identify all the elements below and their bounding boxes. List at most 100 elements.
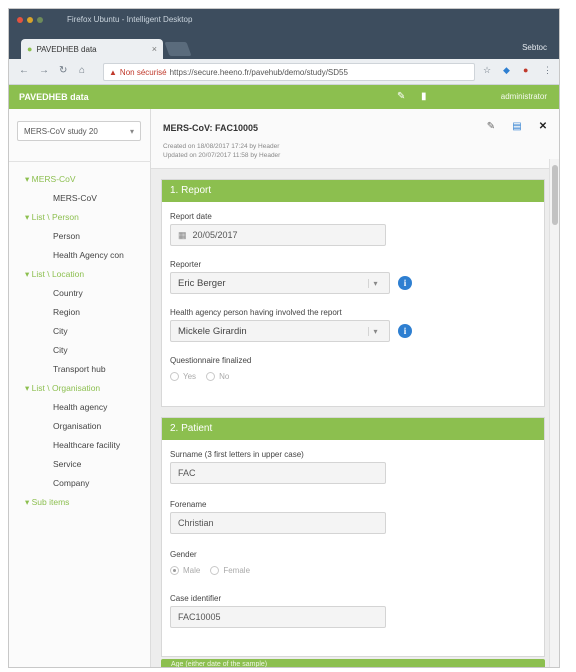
tools-icon[interactable]: ✎ [397,91,405,102]
record-title: MERS-CoV: FAC10005 [163,123,259,133]
record-created: Created on 18/08/2017 17:24 by Header [163,143,280,150]
browser-tab[interactable]: ● PAVEDHEB data × [21,39,163,59]
tab-title: PAVEDHEB data [36,44,97,54]
sidebar-item-label: Healthcare facility [53,440,121,450]
patient-heading[interactable]: 2. Patient [162,418,544,440]
health-agency-select[interactable]: Mickele Girardin ▾ [170,320,390,342]
window-controls [17,17,43,23]
back-arrow-icon[interactable]: ← [19,65,29,76]
study-select[interactable]: MERS-CoV study 20 ▾ [17,121,141,141]
report-date-field[interactable]: ▦ 20/05/2017 [170,224,386,246]
url-input[interactable]: ▲ Non sécurisé https://secure.heeno.fr/p… [103,63,475,81]
tab-strip: ● PAVEDHEB data × Sebtoc [9,33,559,59]
maximize-window-icon[interactable] [37,17,43,23]
surname-value: FAC [178,468,196,478]
study-select-value: MERS-CoV study 20 [24,126,98,136]
sidebar-item-label: Company [53,478,90,488]
home-icon[interactable]: ⌂ [79,65,85,76]
patient-panel: 2. Patient Surname (3 first letters in u… [161,417,545,657]
tab-close-icon[interactable]: × [152,44,157,54]
sidebar-group[interactable]: ▾ List \ Person [9,212,151,228]
sidebar-item[interactable]: Health Agency con [9,250,151,266]
radio-icon [206,372,216,381]
sidebar-item-label: List \ Organisation [31,383,101,393]
radio-label: Female [223,566,251,575]
app-name[interactable]: PAVEDHEB data [19,92,89,102]
sidebar-group[interactable]: ▾ List \ Location [9,269,151,285]
radio-icon [210,566,220,575]
info-icon[interactable]: i [398,276,412,290]
sidebar-item[interactable]: Transport hub [9,364,151,380]
chevron-down-icon: ▾ [129,126,134,136]
report-panel: 1. Report Report date ▦ 20/05/2017 Repor… [161,179,545,407]
favicon-icon: ● [27,44,33,54]
sidebar-item[interactable]: Region [9,307,151,323]
radio-label: No [219,372,230,381]
gender-female-radio[interactable]: Female [210,566,250,575]
gender-male-radio[interactable]: Male [170,566,200,575]
forward-arrow-icon[interactable]: → [39,65,49,76]
profile-name[interactable]: Sebtoc [522,43,547,52]
extension-icon[interactable]: ● [523,65,528,75]
forename-field[interactable]: Christian [170,512,386,534]
sidebar-item-label: City [53,326,68,336]
age-section-bar[interactable]: Age (either date of the sample) [161,659,545,667]
menu-kebab-icon[interactable]: ⋮ [543,65,552,76]
sidebar-item[interactable]: Health agency [9,402,151,418]
reporter-select[interactable]: Eric Berger ▾ [170,272,390,294]
user-menu[interactable]: administrator [501,92,547,101]
print-icon[interactable]: ▤ [509,119,525,135]
sidebar-group[interactable]: ▾ List \ Organisation [9,383,151,399]
sidebar-group[interactable]: ▾ Sub items [9,497,151,513]
sidebar-item[interactable]: Service [9,459,151,475]
info-icon[interactable]: i [398,324,412,338]
address-bar: ← → ↻ ⌂ ▲ Non sécurisé https://secure.he… [9,59,559,85]
chevron-down-icon: ▾ [368,278,382,288]
star-icon[interactable]: ☆ [483,65,491,76]
sidebar-item[interactable]: Person [9,231,151,247]
scrollbar[interactable] [549,159,559,667]
sidebar-item[interactable]: City [9,345,151,361]
close-window-icon[interactable] [17,17,23,23]
new-tab-button[interactable] [164,42,192,56]
sidebar-item-label: Person [53,231,80,241]
sidebar-item[interactable]: City [9,326,151,342]
sidebar-item[interactable]: Healthcare facility [9,440,151,456]
sidebar-nav: ▾ MERS-CoV MERS-CoV ▾ List \ Person Person H… [9,161,151,641]
finalized-yes-radio[interactable]: Yes [170,372,196,381]
radio-icon [170,566,179,575]
edit-icon[interactable]: ✎ [483,119,499,135]
caret-down-icon: ▾ [25,383,32,393]
finalized-no-radio[interactable]: No [206,372,229,381]
sidebar-item[interactable]: Organisation [9,421,151,437]
app-header: PAVEDHEB data ✎ ▮ administrator [9,85,559,109]
case-id-value: FAC10005 [178,612,221,622]
minimize-window-icon[interactable] [27,17,33,23]
sidebar-item[interactable]: Country [9,288,151,304]
caret-down-icon: ▾ [25,269,32,279]
sidebar-item-label: Health agency [53,402,108,412]
sidebar-item[interactable]: Company [9,478,151,494]
surname-field[interactable]: FAC [170,462,386,484]
sidebar-item-label: MERS-CoV [53,193,97,203]
case-id-label: Case identifier [170,594,222,603]
close-icon[interactable]: ✕ [535,119,551,135]
user-icon[interactable]: ▮ [421,91,427,102]
case-id-field[interactable]: FAC10005 [170,606,386,628]
sidebar-item-label: Country [53,288,83,298]
sidebar-item-label: Region [53,307,80,317]
report-date-value: 20/05/2017 [192,230,238,240]
calendar-icon[interactable]: ▦ [178,230,187,241]
sidebar-item-label: List \ Person [31,212,79,222]
sidebar-item-label: Transport hub [53,364,106,374]
sidebar-group[interactable]: ▾ MERS-CoV [9,174,151,190]
extension-icon[interactable]: ◆ [503,65,510,76]
reporter-value: Eric Berger [178,277,226,289]
scrollbar-thumb[interactable] [552,165,558,225]
health-agency-label: Health agency person having involved the… [170,308,342,317]
main-content: MERS-CoV: FAC10005 Created on 18/08/2017… [151,109,559,667]
sidebar-item[interactable]: MERS-CoV [9,193,151,209]
report-heading[interactable]: 1. Report [162,180,544,202]
caret-down-icon: ▾ [25,174,32,184]
reload-icon[interactable]: ↻ [59,65,67,76]
